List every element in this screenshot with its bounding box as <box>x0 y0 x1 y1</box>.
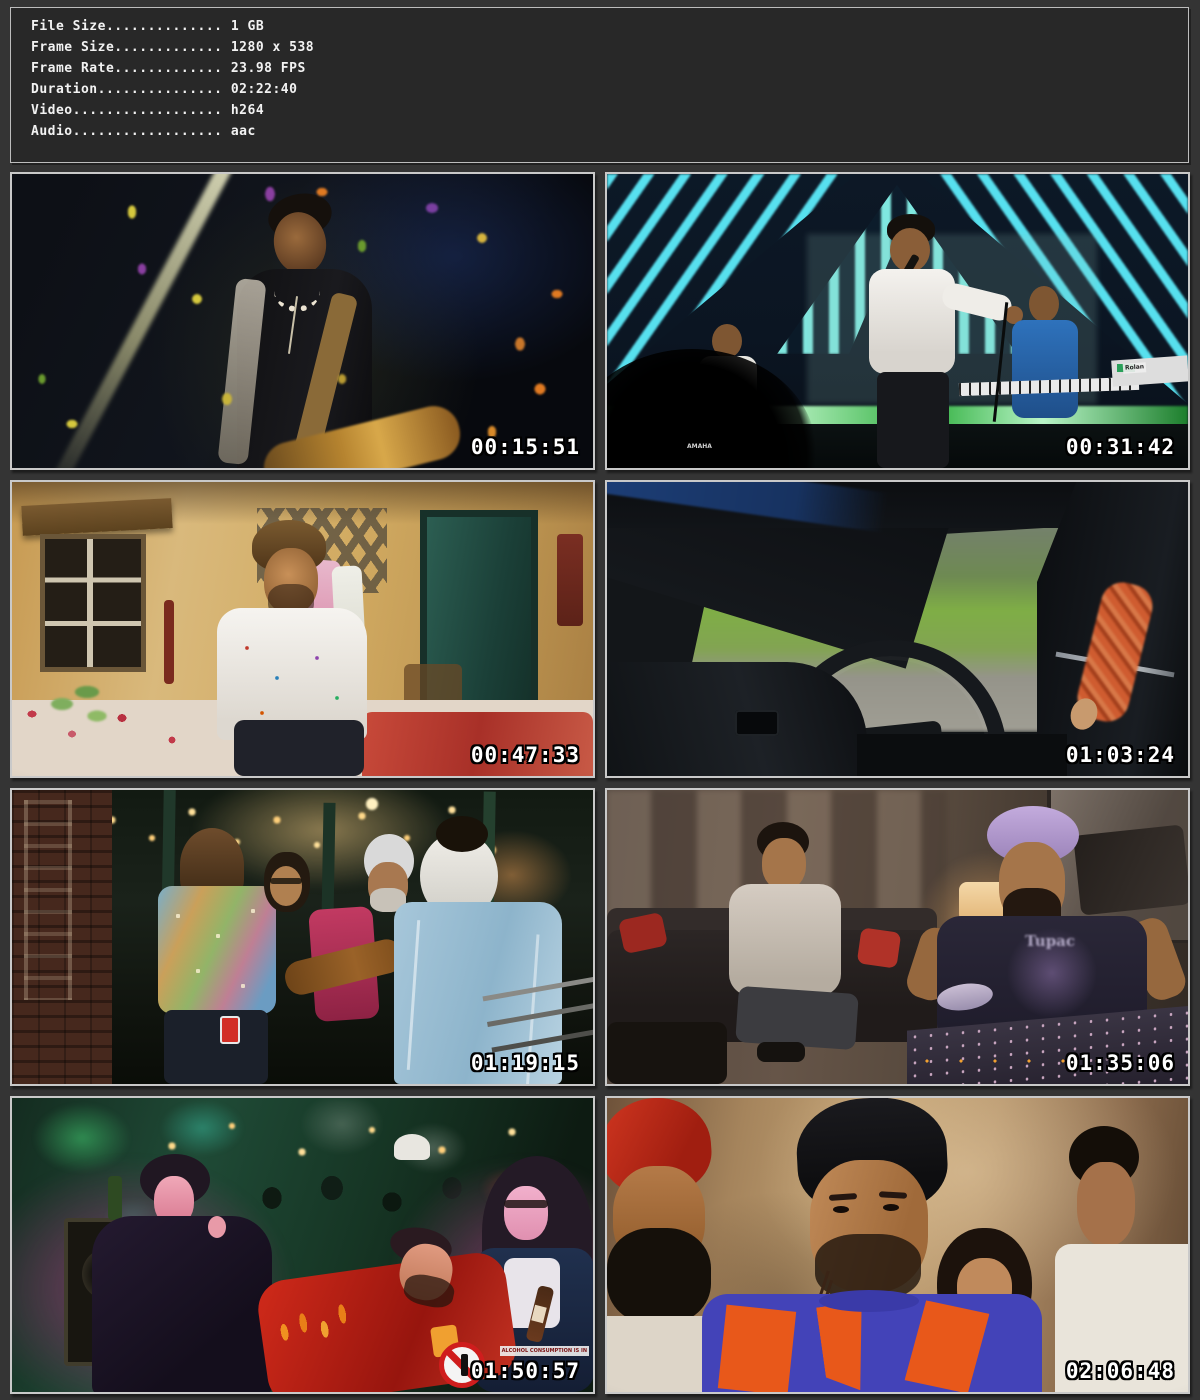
duration-line: Duration............... 02:22:40 <box>31 79 1188 100</box>
media-info-sheet: { "page": { "background_color": "#343434… <box>0 0 1200 1400</box>
timestamp-overlay: 00:47:33 <box>471 743 580 767</box>
file-size-line: File Size.............. 1 GB <box>31 16 1188 37</box>
screenshot-thumb-8: 02:06:48 <box>605 1096 1190 1394</box>
video-codec-line: Video.................. h264 <box>31 100 1188 121</box>
vignette-overlay <box>12 790 593 1084</box>
screenshot-grid: 00:15:51 Rolan AMAHA 00:31:42 <box>10 172 1190 1394</box>
timestamp-overlay: 01:50:57 <box>471 1359 580 1383</box>
timestamp-overlay: 01:19:15 <box>471 1051 580 1075</box>
vignette-overlay <box>12 1098 593 1392</box>
screenshot-thumb-2: Rolan AMAHA 00:31:42 <box>605 172 1190 470</box>
timestamp-overlay: 00:31:42 <box>1066 435 1175 459</box>
bottle-glyph <box>461 1354 468 1376</box>
vignette-overlay <box>12 174 593 468</box>
timestamp-overlay: 01:03:24 <box>1066 743 1175 767</box>
screenshot-thumb-4: 01:03:24 <box>605 480 1190 778</box>
screenshot-thumb-5: 01:19:15 <box>10 788 595 1086</box>
vignette-overlay <box>607 482 1188 776</box>
screenshot-thumb-1: 00:15:51 <box>10 172 595 470</box>
vignette-overlay <box>12 482 593 776</box>
frame-rate-line: Frame Rate............. 23.98 FPS <box>31 58 1188 79</box>
frame-size-line: Frame Size............. 1280 x 538 <box>31 37 1188 58</box>
screenshot-thumb-6: Tupac 01:35:06 <box>605 788 1190 1086</box>
timestamp-overlay: 01:35:06 <box>1066 1051 1175 1075</box>
screenshot-thumb-3: 00:47:33 <box>10 480 595 778</box>
vignette-overlay <box>607 174 1188 468</box>
timestamp-overlay: 02:06:48 <box>1066 1359 1175 1383</box>
vignette-overlay <box>607 1098 1188 1392</box>
screenshot-thumb-7: ALCOHOL CONSUMPTION IS IN 01:50:57 <box>10 1096 595 1394</box>
timestamp-overlay: 00:15:51 <box>471 435 580 459</box>
audio-codec-line: Audio.................. aac <box>31 121 1188 142</box>
media-info-panel: File Size.............. 1 GB Frame Size.… <box>10 7 1189 163</box>
vignette-overlay <box>607 790 1188 1084</box>
